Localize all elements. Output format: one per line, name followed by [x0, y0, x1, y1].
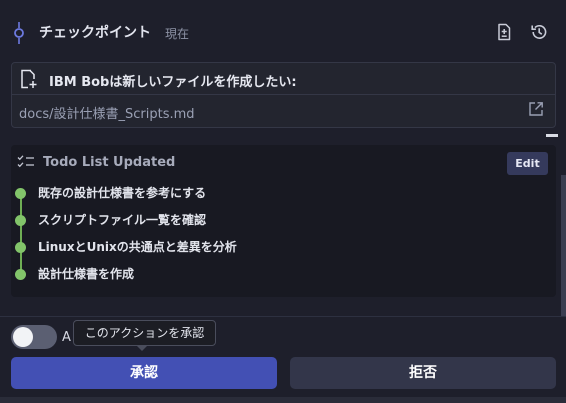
tooltip-arrow — [136, 345, 148, 351]
scrollbar-thumb[interactable] — [561, 175, 566, 317]
section-divider — [0, 316, 566, 317]
reject-button[interactable]: 拒否 — [290, 357, 556, 389]
todo-item-text: LinuxとUnixの共通点と差異を分析 — [38, 240, 237, 254]
todo-list-card: Todo List Updated Edit 既存の設計仕様書を参考にする スク… — [11, 145, 556, 297]
git-commit-icon — [14, 22, 24, 44]
todo-dot — [15, 215, 26, 226]
approval-panel: チェックポイント 現在 IBM Bobは新しいファイルを作成したい: docs/… — [0, 0, 566, 403]
file-card-title: IBM Bobは新しいファイルを作成したい: — [49, 75, 297, 90]
checklist-icon — [17, 155, 34, 168]
bottom-strip — [0, 397, 566, 403]
scroll-indicator — [546, 134, 558, 137]
approve-button[interactable]: 承認 — [11, 357, 277, 389]
todo-item-text: スクリプトファイル一覧を確認 — [38, 213, 207, 227]
checkpoint-current-label: 現在 — [165, 27, 190, 41]
todo-dot — [15, 242, 26, 253]
approve-tooltip: このアクションを承認 — [73, 320, 216, 346]
todo-timeline — [20, 193, 22, 275]
todo-dot — [15, 188, 26, 199]
auto-approve-toggle[interactable] — [11, 325, 57, 349]
file-create-card: IBM Bobは新しいファイルを作成したい: docs/設計仕様書_Script… — [11, 62, 556, 128]
file-card-header: IBM Bobは新しいファイルを作成したい: — [12, 63, 555, 95]
todo-item-text: 既存の設計仕様書を参考にする — [38, 186, 207, 200]
toggle-knob — [13, 327, 33, 347]
file-path-link[interactable]: docs/設計仕様書_Scripts.md — [19, 103, 195, 122]
history-icon[interactable] — [530, 23, 548, 41]
todo-dot — [15, 269, 26, 280]
edit-button[interactable]: Edit — [507, 152, 548, 175]
open-external-icon[interactable] — [528, 101, 544, 117]
todo-item-text: 設計仕様書を作成 — [38, 267, 135, 281]
todo-list-title: Todo List Updated — [43, 155, 176, 170]
checkpoint-header: チェックポイント 現在 — [0, 0, 566, 62]
file-diff-icon[interactable] — [495, 23, 513, 41]
new-file-icon — [21, 69, 37, 89]
checkpoint-title: チェックポイント — [39, 25, 151, 41]
auto-approve-label: A — [62, 330, 71, 345]
